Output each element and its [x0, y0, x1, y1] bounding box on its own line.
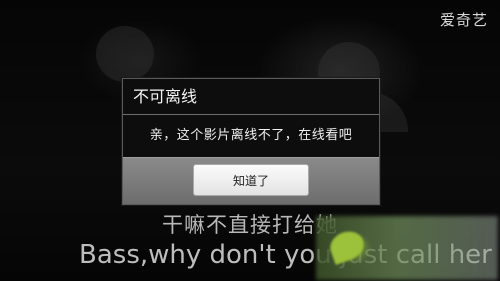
dialog-button-bar: 知道了: [123, 157, 379, 204]
dialog-message: 亲，这个影片离线不了，在线看吧: [149, 128, 353, 143]
dialog-title: 不可离线: [123, 79, 379, 115]
ok-button[interactable]: 知道了: [193, 164, 309, 196]
iqiyi-logo: 爱奇艺: [439, 11, 488, 29]
video-figure-left: [96, 26, 154, 82]
offline-unavailable-dialog: 不可离线 亲，这个影片离线不了，在线看吧 知道了: [122, 78, 380, 205]
subtitle-chinese: 干嘛不直接打给她: [162, 213, 338, 237]
